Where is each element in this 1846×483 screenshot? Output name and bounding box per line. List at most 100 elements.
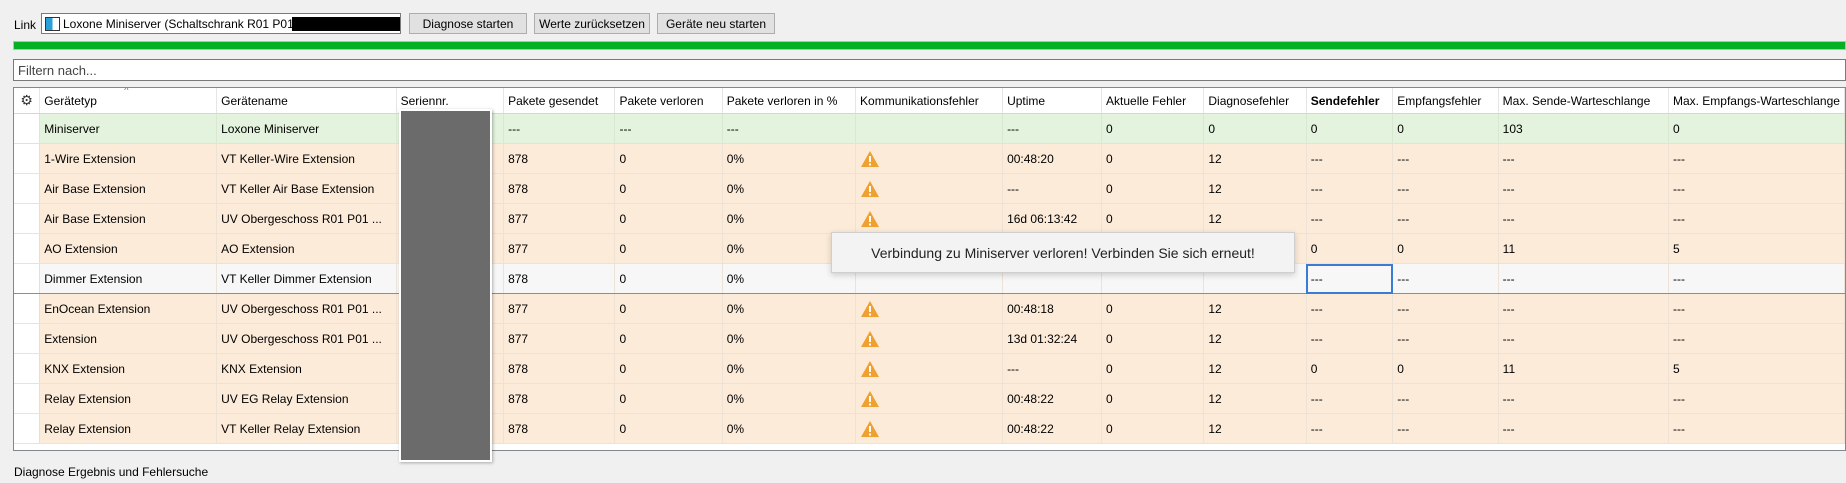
table-cell[interactable]: 12: [1203, 353, 1307, 384]
col-header-pakete-gesendet[interactable]: Pakete gesendet: [503, 88, 616, 114]
table-cell[interactable]: ---: [1002, 173, 1103, 204]
table-cell[interactable]: Miniserver: [39, 113, 218, 144]
table-cell[interactable]: 0: [614, 263, 723, 294]
start-diagnosis-button[interactable]: Diagnose starten: [409, 13, 527, 34]
table-cell[interactable]: 0%: [722, 353, 857, 384]
col-header-uptime[interactable]: Uptime: [1002, 88, 1103, 114]
table-cell[interactable]: UV Obergeschoss R01 P01 ...: [216, 323, 397, 354]
table-cell[interactable]: 0: [1668, 113, 1845, 144]
table-row[interactable]: Extension UV Obergeschoss R01 P01 ... 877 0…: [14, 323, 1845, 354]
table-cell[interactable]: 12: [1203, 203, 1307, 234]
table-cell[interactable]: ---: [722, 113, 857, 144]
table-cell[interactable]: ---: [1668, 173, 1845, 204]
table-cell[interactable]: 0: [1101, 413, 1205, 444]
table-cell[interactable]: 12: [1203, 173, 1307, 204]
table-cell[interactable]: Air Base Extension: [39, 203, 218, 234]
table-cell[interactable]: 877: [503, 323, 616, 354]
row-header[interactable]: [14, 323, 41, 354]
row-header[interactable]: [14, 113, 41, 144]
table-cell[interactable]: 878: [503, 263, 616, 294]
table-cell[interactable]: ---: [1498, 413, 1669, 444]
col-header-diagnosefehler[interactable]: Diagnosefehler: [1203, 88, 1307, 114]
table-cell[interactable]: VT Keller-Wire Extension: [216, 143, 397, 174]
table-cell[interactable]: 0: [1392, 113, 1499, 144]
table-cell[interactable]: ---: [1498, 263, 1669, 294]
table-cell[interactable]: 5: [1668, 233, 1845, 264]
table-cell[interactable]: 0: [614, 383, 723, 414]
table-row[interactable]: KNX Extension KNX Extension 878 0 0% --- 0 12 0 0…: [14, 353, 1845, 384]
table-cell[interactable]: 877: [503, 293, 616, 324]
table-row[interactable]: EnOcean Extension UV Obergeschoss R01 P01…: [14, 293, 1845, 324]
table-cell[interactable]: ---: [1668, 323, 1845, 354]
table-cell[interactable]: ---: [1306, 323, 1394, 354]
table-cell[interactable]: ---: [1392, 173, 1499, 204]
table-cell[interactable]: 0: [1392, 353, 1499, 384]
table-cell[interactable]: 0: [1392, 233, 1499, 264]
table-cell[interactable]: 11: [1498, 233, 1669, 264]
table-cell[interactable]: ---: [1392, 413, 1499, 444]
table-cell[interactable]: [855, 383, 1004, 414]
table-cell[interactable]: 0%: [722, 383, 857, 414]
table-cell[interactable]: ---: [1668, 263, 1845, 294]
table-cell[interactable]: 0: [1306, 113, 1394, 144]
reset-values-button[interactable]: Werte zurücksetzen: [534, 13, 650, 34]
table-cell[interactable]: ---: [1392, 383, 1499, 414]
table-cell[interactable]: ---: [1498, 323, 1669, 354]
table-cell[interactable]: 878: [503, 353, 616, 384]
table-cell[interactable]: 0: [1203, 113, 1307, 144]
row-header[interactable]: [14, 173, 41, 204]
table-cell[interactable]: AO Extension: [216, 233, 397, 264]
table-cell[interactable]: 0: [614, 293, 723, 324]
table-cell[interactable]: ---: [1002, 113, 1103, 144]
row-header[interactable]: [14, 143, 41, 174]
table-cell[interactable]: ---: [1392, 143, 1499, 174]
table-row[interactable]: Relay Extension VT Keller Relay Extension…: [14, 413, 1845, 444]
row-header[interactable]: [14, 233, 41, 264]
table-cell[interactable]: Air Base Extension: [39, 173, 218, 204]
table-cell[interactable]: 5: [1668, 353, 1845, 384]
table-cell[interactable]: 0: [1101, 173, 1205, 204]
table-cell[interactable]: 1-Wire Extension: [39, 143, 218, 174]
table-row[interactable]: Air Base Extension UV Obergeschoss R01 P0…: [14, 203, 1845, 234]
table-cell[interactable]: ---: [1668, 203, 1845, 234]
table-cell[interactable]: 0: [1101, 353, 1205, 384]
col-header-empfangsfehler[interactable]: Empfangsfehler: [1392, 88, 1499, 114]
row-header[interactable]: [14, 383, 41, 414]
table-row[interactable]: MiniserverLoxone MiniserverC------------…: [14, 113, 1845, 144]
table-cell[interactable]: 877: [503, 233, 616, 264]
row-header[interactable]: [14, 263, 41, 294]
table-cell[interactable]: 0: [1101, 383, 1205, 414]
table-cell[interactable]: 0%: [722, 143, 857, 174]
table-cell[interactable]: KNX Extension: [216, 353, 397, 384]
table-cell[interactable]: 878: [503, 413, 616, 444]
table-cell[interactable]: 878: [503, 383, 616, 414]
table-cell[interactable]: 0%: [722, 293, 857, 324]
table-cell[interactable]: ---: [1498, 143, 1669, 174]
table-cell[interactable]: 0: [614, 413, 723, 444]
table-cell[interactable]: 0: [614, 173, 723, 204]
table-cell[interactable]: ---: [1002, 353, 1103, 384]
table-cell[interactable]: ---: [1392, 323, 1499, 354]
table-cell[interactable]: 0%: [722, 173, 857, 204]
table-cell[interactable]: UV Obergeschoss R01 P01 ...: [216, 203, 397, 234]
table-cell[interactable]: ---: [1306, 263, 1394, 294]
table-cell[interactable]: Relay Extension: [39, 383, 218, 414]
table-cell[interactable]: 878: [503, 143, 616, 174]
table-cell[interactable]: VT Keller Dimmer Extension: [216, 263, 397, 294]
table-cell[interactable]: [855, 173, 1004, 204]
table-cell[interactable]: 0: [1306, 353, 1394, 384]
table-cell[interactable]: 00:48:18: [1002, 293, 1103, 324]
table-cell[interactable]: ---: [1306, 173, 1394, 204]
table-row[interactable]: Relay Extension UV EG Relay Extension 878 0…: [14, 383, 1845, 414]
table-cell[interactable]: UV Obergeschoss R01 P01 ...: [216, 293, 397, 324]
table-cell[interactable]: ---: [1306, 143, 1394, 174]
table-cell[interactable]: ---: [1498, 173, 1669, 204]
table-row[interactable]: 1-Wire Extension VT Keller-Wire Extension…: [14, 143, 1845, 174]
table-cell[interactable]: ---: [1306, 203, 1394, 234]
table-cell[interactable]: VT Keller Relay Extension: [216, 413, 397, 444]
table-cell[interactable]: [855, 353, 1004, 384]
table-cell[interactable]: 0: [614, 203, 723, 234]
row-header[interactable]: [14, 203, 41, 234]
gear-icon[interactable]: ⚙: [18, 92, 35, 109]
table-cell[interactable]: 00:48:22: [1002, 413, 1103, 444]
